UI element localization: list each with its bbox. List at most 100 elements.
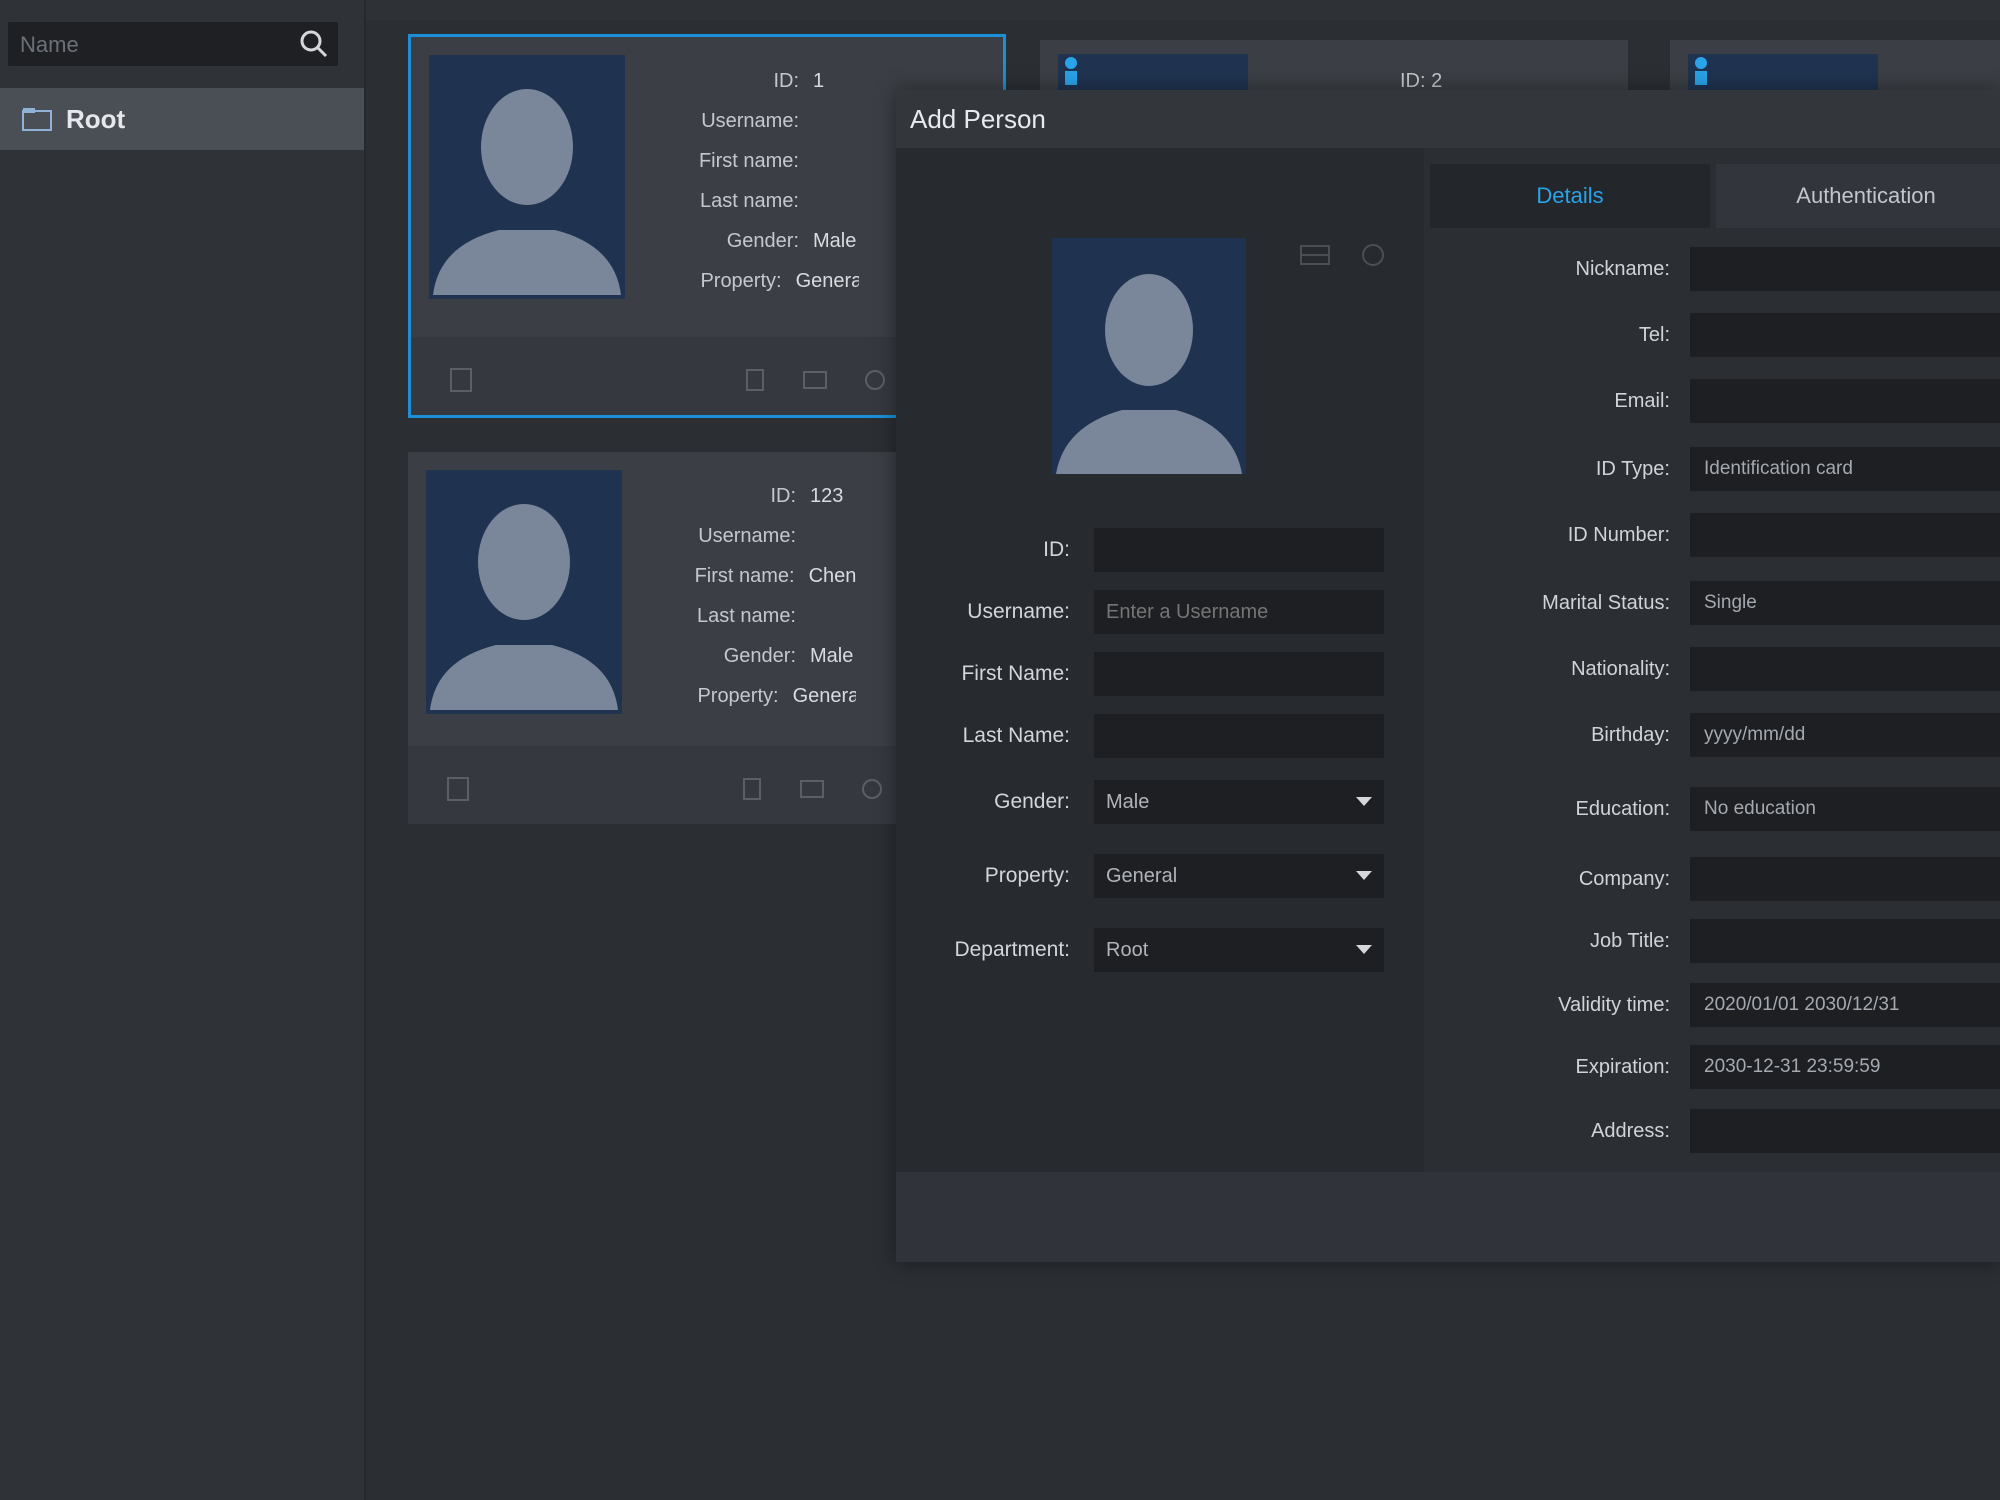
person-photo [429, 55, 625, 299]
edit-icon[interactable] [798, 776, 826, 802]
detail-row: Nickname: [1424, 246, 2000, 292]
field-row: ID: 123 [770, 484, 844, 507]
search-input[interactable] [18, 22, 292, 68]
nickname-input[interactable] [1690, 247, 2000, 291]
birthday-input[interactable] [1690, 713, 2000, 757]
detail-row: Birthday: [1424, 712, 2000, 758]
last-name-input[interactable] [1094, 714, 1384, 758]
detail-row: ID Number: [1424, 512, 2000, 558]
job-title-input[interactable] [1690, 919, 2000, 963]
nationality-label: Nationality: [1571, 657, 1670, 680]
id-type-input[interactable] [1690, 447, 2000, 491]
tree-item-root[interactable]: Root [0, 88, 364, 150]
id-number-input[interactable] [1690, 513, 2000, 557]
person-photo [1058, 54, 1248, 94]
id-label: ID: [1043, 538, 1070, 561]
tree-item-label: Root [66, 103, 126, 134]
person-icon [1695, 57, 1707, 85]
checkbox-icon[interactable] [447, 367, 475, 393]
detail-row: ID Type: [1424, 446, 2000, 492]
person-icon [1065, 57, 1077, 85]
department-icon [22, 108, 52, 131]
gender-value: Male [1106, 790, 1150, 813]
validity-time-label: Validity time: [1558, 993, 1670, 1016]
field-row: Last name: [700, 189, 799, 212]
gender-select[interactable]: Male [1094, 780, 1384, 824]
field-row: First name: Chen [694, 564, 856, 587]
detail-row: Nationality: [1424, 646, 2000, 692]
sidebar: Root [0, 0, 366, 1500]
card-icon[interactable] [741, 367, 769, 393]
detail-row: Expiration: [1424, 1044, 2000, 1090]
field-row: Username: [698, 524, 796, 547]
department-value: Root [1106, 938, 1149, 961]
address-input[interactable] [1690, 1109, 2000, 1153]
id-type-label: ID Type: [1595, 457, 1670, 480]
person-photo [426, 470, 622, 714]
address-label: Address: [1591, 1119, 1670, 1142]
delete-icon[interactable] [858, 776, 886, 802]
form-row-gender: Gender: Male [896, 778, 1424, 826]
tab-details[interactable]: Details [1430, 164, 1710, 228]
form-row-property: Property: General [896, 852, 1424, 900]
validity-time-input[interactable] [1690, 983, 2000, 1027]
property-select[interactable]: General [1094, 854, 1384, 898]
checkbox-icon[interactable] [444, 776, 472, 802]
delete-icon[interactable] [861, 367, 889, 393]
field-row: Last name: [697, 604, 796, 627]
department-select[interactable]: Root [1094, 928, 1384, 972]
tab-authentication[interactable]: Authentication [1716, 164, 2000, 228]
detail-row: Education: [1424, 786, 2000, 832]
expiration-label: Expiration: [1575, 1055, 1671, 1078]
dialog-details-panel: Details Authentication Nickname: Tel: Em… [1424, 148, 2000, 1172]
add-person-dialog: Add Person ID: Username: First Name: [896, 90, 2000, 1262]
email-label: Email: [1614, 389, 1670, 412]
birthday-label: Birthday: [1591, 723, 1670, 746]
person-photo[interactable] [1052, 238, 1246, 474]
field-row: ID: 1 [773, 69, 825, 92]
field-row: Gender: Male [723, 644, 854, 667]
detail-row: Address: [1424, 1108, 2000, 1154]
avatar-silhouette-icon [1056, 274, 1242, 474]
tel-label: Tel: [1638, 323, 1670, 346]
company-label: Company: [1578, 867, 1670, 890]
dialog-basic-panel: ID: Username: First Name: Last Name: Gen… [896, 148, 1424, 1172]
marital-status-label: Marital Status: [1542, 591, 1670, 614]
username-input[interactable] [1094, 590, 1384, 634]
chevron-down-icon [1356, 797, 1372, 806]
search-icon[interactable] [298, 28, 330, 60]
detail-row: Company: [1424, 856, 2000, 902]
education-input[interactable] [1690, 787, 2000, 831]
avatar-silhouette-icon [430, 504, 618, 710]
dialog-footer [896, 1172, 2000, 1262]
marital-status-input[interactable] [1690, 581, 2000, 625]
education-label: Education: [1575, 797, 1670, 820]
edit-icon[interactable] [801, 367, 829, 393]
form-row-first-name: First Name: [896, 650, 1424, 698]
first-name-label: First Name: [961, 662, 1070, 685]
capture-icon[interactable] [1298, 240, 1332, 270]
card-icon[interactable] [738, 776, 766, 802]
search-box [8, 22, 338, 68]
detail-row: Marital Status: [1424, 580, 2000, 626]
form-row-username: Username: [896, 588, 1424, 636]
username-label: Username: [967, 600, 1070, 623]
field-row: First name: [698, 149, 799, 172]
expiration-input[interactable] [1690, 1045, 2000, 1089]
email-input[interactable] [1690, 379, 2000, 423]
company-input[interactable] [1690, 857, 2000, 901]
property-value: General [1106, 864, 1178, 887]
top-strip [366, 0, 2000, 20]
chevron-down-icon [1356, 871, 1372, 880]
first-name-input[interactable] [1094, 652, 1384, 696]
field-row: Username: [701, 109, 799, 132]
tel-input[interactable] [1690, 313, 2000, 357]
id-input[interactable] [1094, 528, 1384, 572]
person-fields: ID: 1 Username: First name: Last name: Ge… [639, 61, 859, 301]
person-photo [1688, 54, 1878, 94]
nickname-label: Nickname: [1575, 257, 1670, 280]
last-name-label: Last Name: [962, 724, 1070, 747]
nationality-input[interactable] [1690, 647, 2000, 691]
upload-icon[interactable] [1356, 240, 1390, 270]
detail-row: Email: [1424, 378, 2000, 424]
